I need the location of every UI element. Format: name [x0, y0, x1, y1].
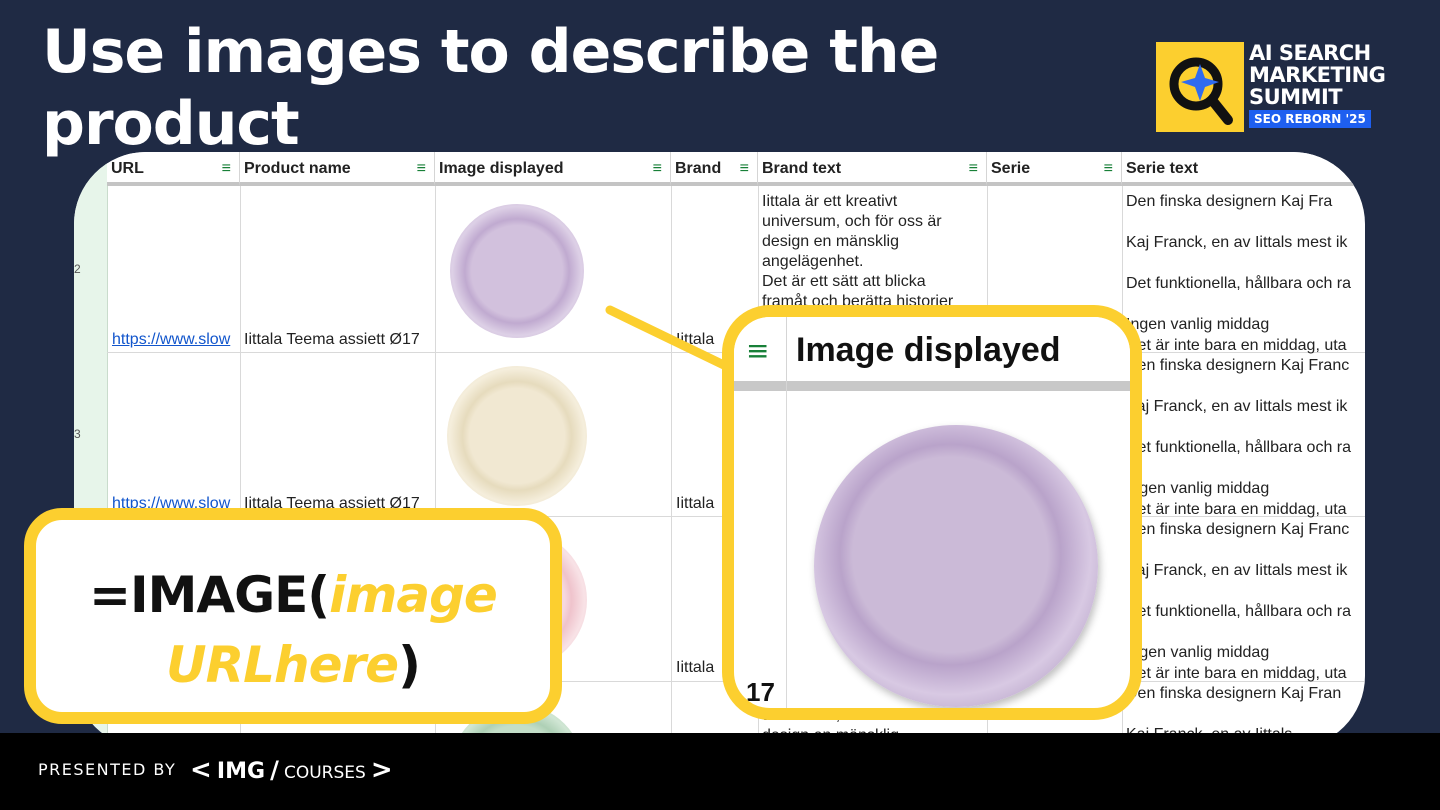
header-label: Serie: [991, 160, 1031, 177]
header-label: Image displayed: [439, 160, 564, 177]
header-label: Brand text: [762, 160, 842, 177]
header-label: Serie text: [1126, 160, 1199, 177]
zoomed-plate-image: [814, 425, 1098, 707]
search-magnifier-sparkle-icon: [1156, 42, 1244, 132]
product-name-cell[interactable]: Iittala Teema assiett Ø17: [244, 330, 434, 350]
logo-badge: SEO REBORN '25: [1249, 110, 1371, 128]
plate-image[interactable]: [450, 204, 584, 338]
zoom-header: ≡ Image displayed: [734, 317, 1130, 391]
formula-callout: =IMAGE(image URLhere): [24, 508, 562, 724]
courses-brand: COURSES: [283, 763, 366, 783]
footer-bar: PRESENTED BY < IMG / COURSES >: [0, 733, 1440, 810]
formula-argument-2: URLhere: [166, 636, 399, 694]
header-label: Product name: [244, 160, 351, 177]
formula-argument-1: image: [329, 566, 498, 624]
connector-line: [605, 305, 735, 373]
column-header-serie[interactable]: Serie ≡: [987, 152, 1122, 186]
img-courses-logo: < IMG / COURSES >: [190, 755, 393, 785]
header-label: URL: [111, 160, 144, 177]
slide-title: Use images to describe the product: [42, 17, 939, 159]
logo-line-1: AI SEARCH: [1249, 41, 1371, 65]
chevron-left-icon: <: [190, 755, 212, 785]
formula-function: =IMAGE(: [89, 566, 330, 624]
header-label: Brand: [675, 160, 722, 177]
img-brand: IMG: [216, 759, 266, 784]
row-number[interactable]: 3: [74, 427, 107, 441]
presented-by-label: PRESENTED BY: [38, 760, 177, 779]
filter-icon[interactable]: ≡: [1104, 152, 1113, 186]
plate-image[interactable]: [447, 366, 587, 506]
column-header-serie-text[interactable]: Serie text: [1122, 152, 1365, 186]
row-number[interactable]: 2: [74, 262, 107, 276]
slash-icon: /: [270, 756, 279, 784]
summit-logo: AI SEARCH MARKETING SUMMIT SEO REBORN '2…: [1156, 42, 1396, 134]
logo-line-2: MARKETING: [1249, 63, 1386, 87]
zoom-callout: ≡ Image displayed 17: [722, 305, 1142, 720]
logo-line-3: SUMMIT: [1249, 85, 1343, 109]
filter-icon: ≡: [746, 334, 770, 367]
serie-text-cell[interactable]: Den finska designern Kaj Fra Kaj Franck,…: [1126, 192, 1364, 354]
url-cell-link[interactable]: https://www.slow: [112, 330, 238, 350]
serie-text-cell[interactable]: Den finska designern Kaj Franc Kaj Franc…: [1126, 520, 1364, 682]
formula-close: ): [398, 636, 421, 694]
zoom-header-label: Image displayed: [796, 331, 1061, 369]
zoom-partial-text: 17: [746, 677, 775, 707]
chevron-right-icon: >: [370, 755, 393, 785]
serie-text-cell[interactable]: Den finska designern Kaj Franc Kaj Franc…: [1126, 356, 1364, 518]
